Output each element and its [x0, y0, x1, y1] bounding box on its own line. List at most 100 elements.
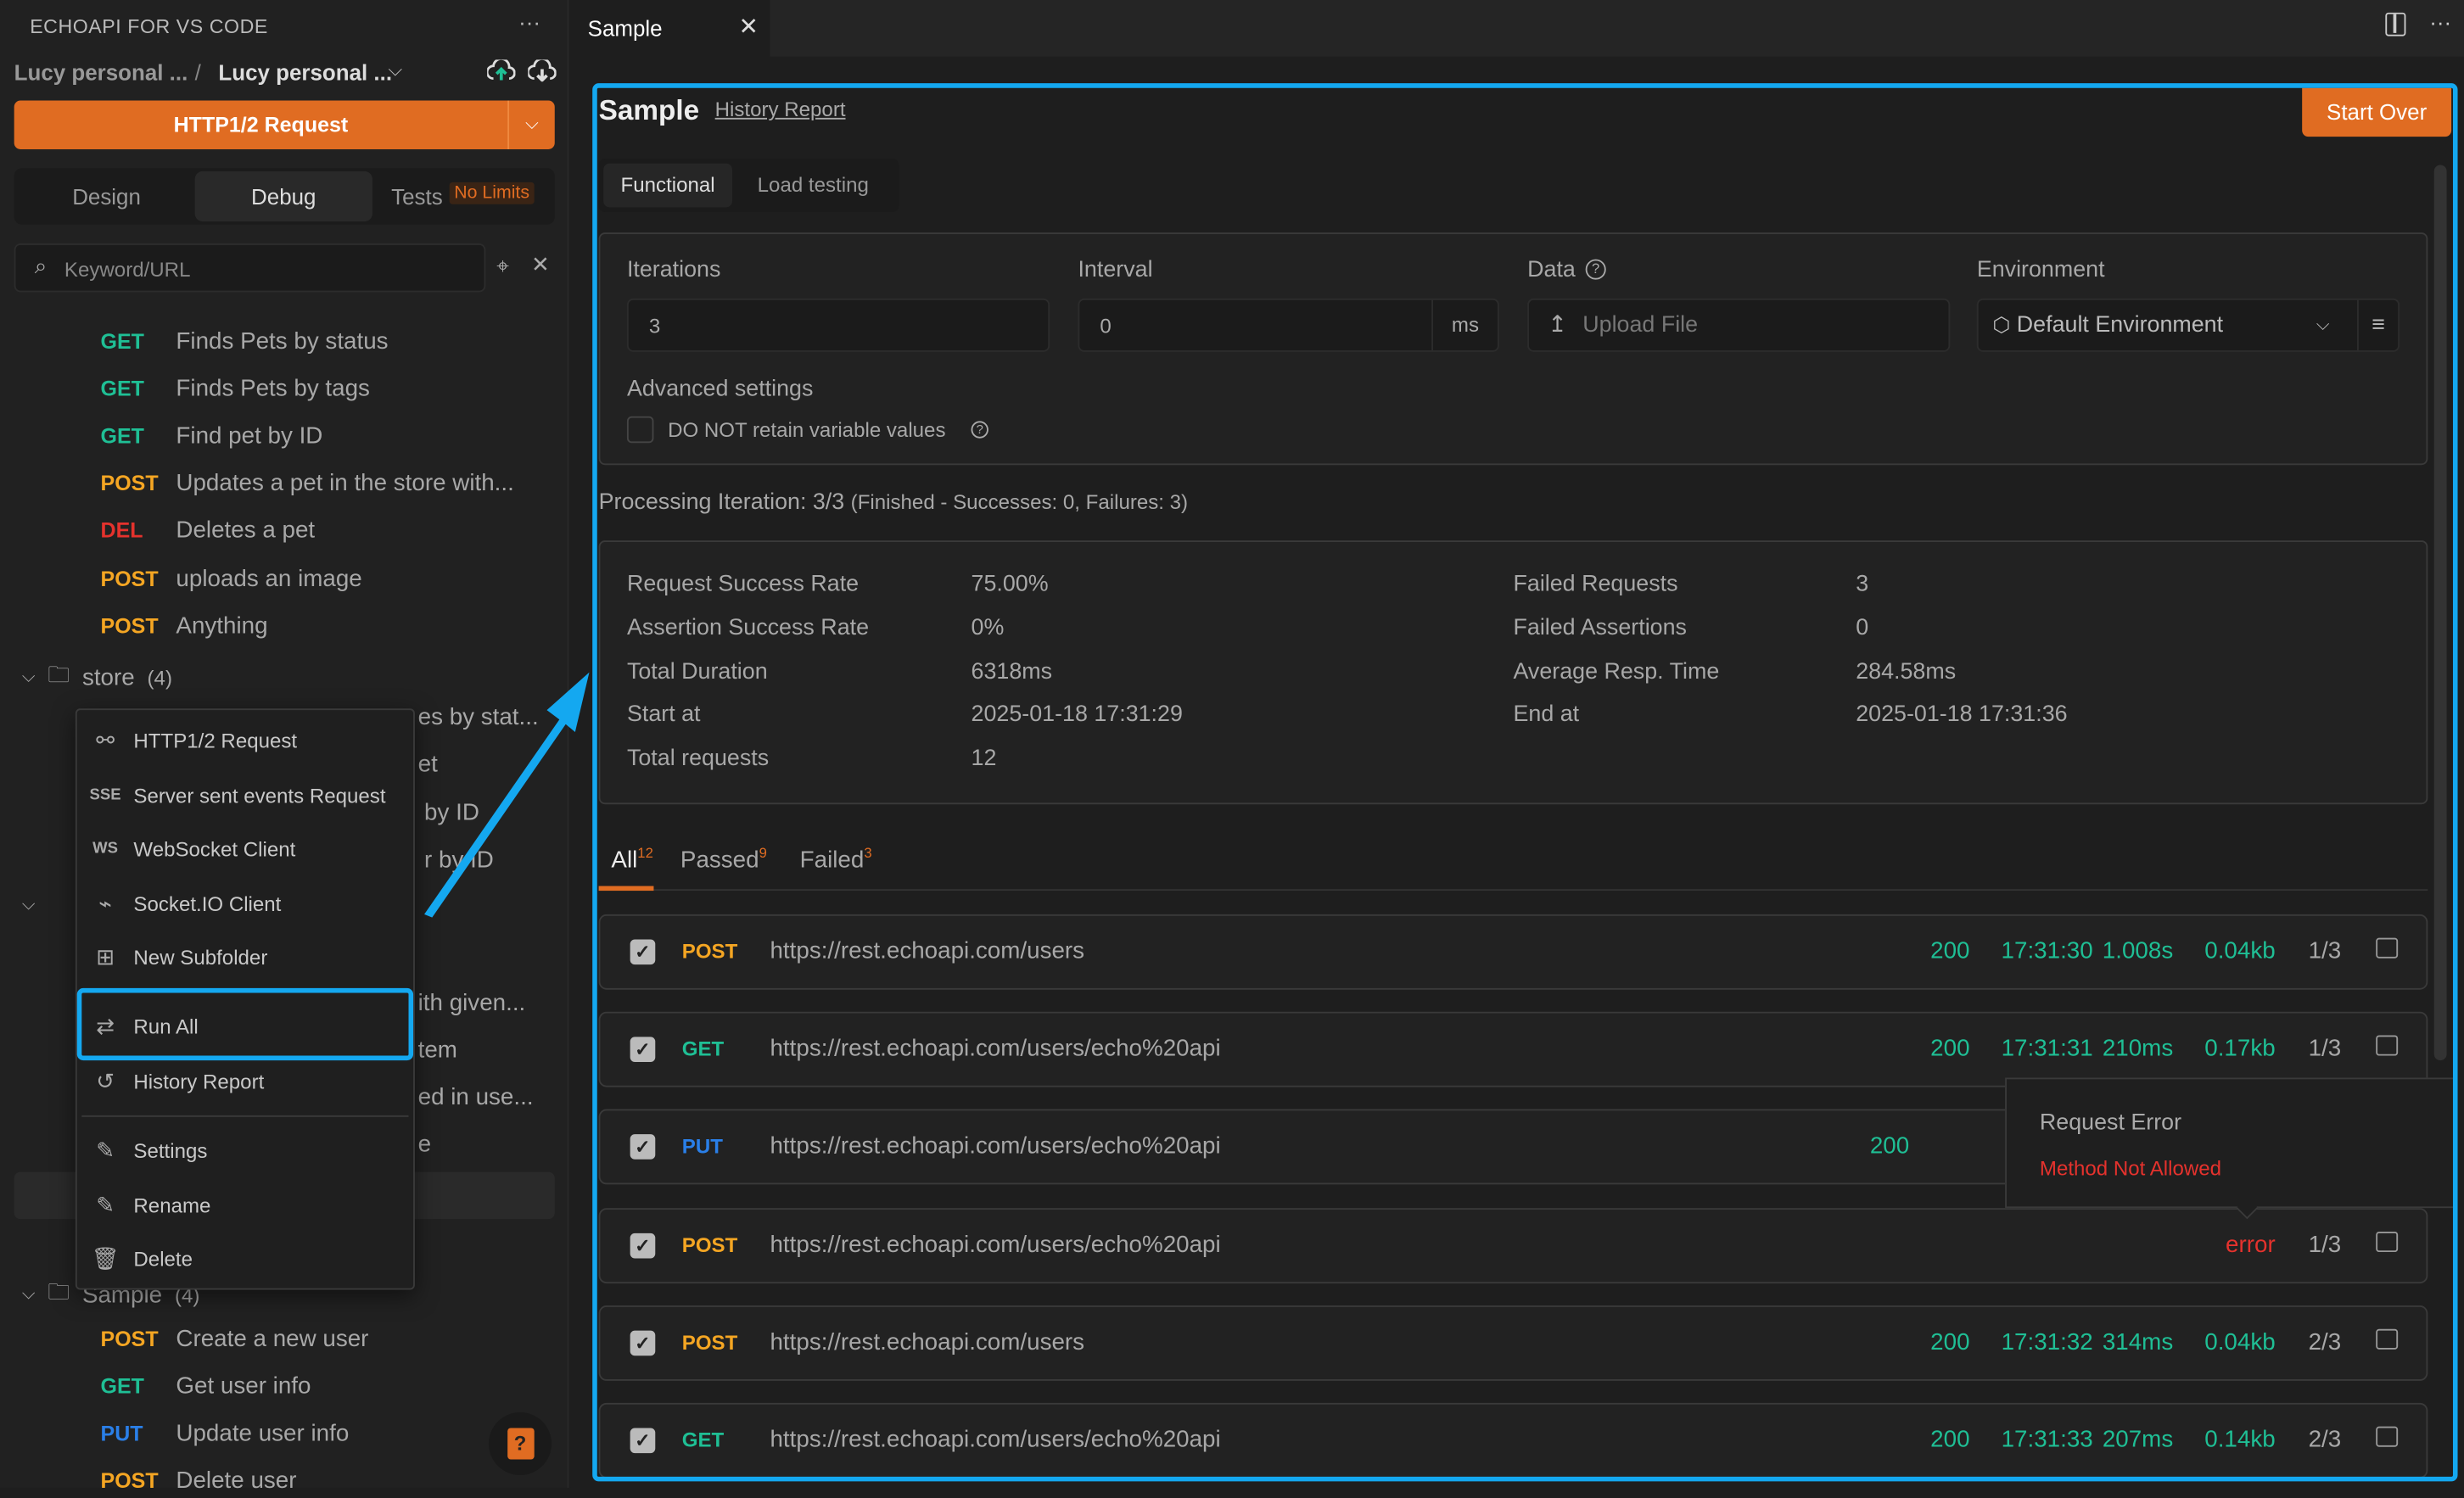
request-item[interactable]: GET Find pet by ID: [101, 418, 323, 453]
stat-label: Failed Requests: [1513, 572, 1678, 597]
result-tab-all[interactable]: All12: [611, 845, 652, 873]
scrollbar[interactable]: [2433, 165, 2447, 1061]
plug-icon: ⚯: [96, 726, 115, 752]
help-button[interactable]: ?: [488, 1411, 552, 1476]
open-detail-icon[interactable]: [2376, 1426, 2399, 1447]
request-item-fragment[interactable]: et: [418, 751, 438, 777]
retain-checkbox[interactable]: [626, 416, 654, 444]
menu-item-settings[interactable]: ✎ Settings: [77, 1128, 413, 1172]
menu-item-socket-io-client[interactable]: ⌁ Socket.IO Client: [77, 881, 413, 925]
result-row[interactable]: ✓ POST https://rest.echoapi.com/users 20…: [598, 1305, 2428, 1381]
interval-unit: ms: [1431, 299, 1498, 350]
request-item-fragment[interactable]: r by ID: [424, 847, 494, 873]
split-editor-icon[interactable]: [2385, 12, 2406, 36]
help-icon[interactable]: ?: [1585, 259, 1606, 280]
collapse-icon[interactable]: ✕: [531, 251, 550, 277]
upload-file-button[interactable]: ↥ Upload File: [1527, 298, 1951, 352]
request-item[interactable]: POST Anything: [101, 608, 268, 643]
open-detail-icon[interactable]: [2376, 1328, 2399, 1350]
breadcrumb-project[interactable]: Lucy personal ...: [218, 59, 392, 85]
cloud-upload-icon[interactable]: [487, 59, 516, 81]
chevron-down-icon[interactable]: ⌵: [507, 100, 555, 149]
request-url: https://rest.echoapi.com/users: [770, 937, 1085, 965]
request-item[interactable]: POST Create a new user: [101, 1322, 369, 1356]
more-actions-icon[interactable]: ···: [2429, 9, 2451, 35]
start-over-button[interactable]: Start Over: [2302, 87, 2452, 137]
cloud-download-icon[interactable]: [528, 59, 557, 82]
tab-bar: [570, 0, 2464, 57]
menu-item-server-sent-events-request[interactable]: SSE Server sent events Request: [77, 773, 413, 817]
request-item[interactable]: GET Finds Pets by status: [101, 324, 389, 359]
stat-label: Start at: [626, 701, 701, 728]
request-item[interactable]: DEL Deletes a pet: [101, 513, 316, 548]
menu-item-websocket-client[interactable]: WS WebSocket Client: [77, 826, 413, 870]
new-request-button[interactable]: HTTP1/2 Request ⌵: [14, 100, 555, 149]
iterations-input[interactable]: 3: [626, 298, 1050, 352]
result-tab-count: 9: [759, 845, 767, 861]
row-checkbox[interactable]: ✓: [630, 1037, 656, 1063]
request-item[interactable]: POST Updates a pet in the store with...: [101, 466, 514, 500]
result-tab-passed[interactable]: Passed9: [680, 845, 767, 873]
interval-input[interactable]: 0 ms: [1078, 298, 1499, 352]
menu-item-rename[interactable]: ✎ Rename: [77, 1183, 413, 1227]
request-item-fragment[interactable]: es by stat...: [418, 704, 539, 730]
request-item-fragment[interactable]: tem: [418, 1037, 457, 1063]
stat-value: 12: [971, 746, 997, 772]
request-item-fragment[interactable]: ith given...: [418, 990, 526, 1016]
open-detail-icon[interactable]: [2376, 1035, 2399, 1056]
editor-tab-sample[interactable]: Sample ✕: [570, 0, 770, 57]
locate-icon[interactable]: ⌖: [496, 253, 509, 279]
menu-item-delete[interactable]: 🗑 Delete: [77, 1237, 413, 1281]
folder-store[interactable]: ⌵ 🗀 store (4): [22, 658, 172, 696]
result-row[interactable]: ✓ GET https://rest.echoapi.com/users/ech…: [598, 1402, 2428, 1478]
menu-item-http1-2-request[interactable]: ⚯ HTTP1/2 Request: [77, 718, 413, 762]
response-time: 17:31:31: [2001, 1035, 2093, 1063]
menu-item-new-subfolder[interactable]: ⊞ New Subfolder: [77, 935, 413, 979]
result-row[interactable]: ✓ POST https://rest.echoapi.com/users/ec…: [598, 1207, 2428, 1283]
row-checkbox[interactable]: ✓: [630, 1232, 656, 1258]
request-item[interactable]: POST uploads an image: [101, 561, 362, 595]
request-item[interactable]: POST Delete user: [101, 1463, 297, 1498]
request-item-fragment[interactable]: by ID: [424, 800, 479, 826]
tab-debug[interactable]: Debug: [194, 170, 372, 222]
menu-item-label: Rename: [133, 1193, 211, 1217]
menu-divider: [81, 1115, 409, 1117]
search-input[interactable]: ⌕ Keyword/URL: [14, 243, 486, 293]
request-item[interactable]: GET Finds Pets by tags: [101, 371, 370, 405]
chevron-down-icon[interactable]: ⌵: [22, 896, 35, 916]
menu-item-history-report[interactable]: ↺ History Report: [77, 1059, 413, 1103]
request-item-fragment[interactable]: ed in use...: [418, 1084, 534, 1110]
request-url: https://rest.echoapi.com/users/echo%20ap…: [770, 1133, 1221, 1160]
result-row[interactable]: ✓ GET https://rest.echoapi.com/users/ech…: [598, 1012, 2428, 1087]
open-detail-icon[interactable]: [2376, 1231, 2399, 1252]
request-item[interactable]: GET Get user info: [101, 1368, 311, 1403]
request-item[interactable]: PUT Update user info: [101, 1416, 350, 1450]
interval-value: 0: [1100, 313, 1112, 338]
history-report-link[interactable]: History Report: [715, 98, 846, 121]
chevron-down-icon: ⌵: [2316, 315, 2330, 334]
result-tab-failed[interactable]: Failed3: [800, 845, 872, 873]
tab-load-testing[interactable]: Load testing: [758, 173, 869, 197]
close-icon[interactable]: ✕: [738, 13, 758, 41]
breadcrumb-separator: /: [194, 59, 201, 86]
tab-functional[interactable]: Functional: [603, 163, 733, 208]
open-detail-icon[interactable]: [2376, 937, 2399, 959]
row-checkbox[interactable]: ✓: [630, 1330, 656, 1355]
environment-menu-icon[interactable]: ≡: [2357, 299, 2398, 350]
request-item-fragment[interactable]: e: [418, 1131, 431, 1157]
row-checkbox[interactable]: ✓: [630, 1428, 656, 1454]
tab-design[interactable]: Design: [72, 184, 141, 210]
more-icon[interactable]: ···: [518, 9, 540, 35]
request-name: Finds Pets by status: [176, 327, 389, 355]
row-checkbox[interactable]: ✓: [630, 1134, 656, 1160]
help-icon[interactable]: ?: [971, 421, 988, 439]
environment-value: Default Environment: [2016, 312, 2224, 338]
row-checkbox[interactable]: ✓: [630, 939, 656, 965]
result-tab-count: 3: [864, 845, 872, 861]
result-row[interactable]: ✓ POST https://rest.echoapi.com/users 20…: [598, 914, 2428, 990]
chevron-down-icon[interactable]: ⌵: [388, 59, 402, 82]
environment-select[interactable]: ⬡ Default Environment ⌵ ≡: [1976, 298, 2400, 352]
request-name: Deletes a pet: [176, 517, 316, 545]
tab-tests[interactable]: Tests: [391, 184, 443, 210]
breadcrumb-workspace[interactable]: Lucy personal ...: [14, 59, 188, 85]
